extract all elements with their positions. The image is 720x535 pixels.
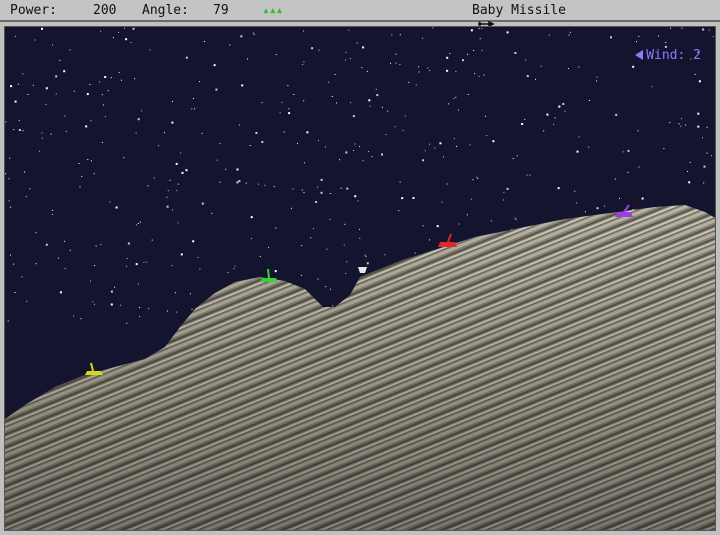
weapon-name[interactable]: Baby Missile bbox=[472, 3, 566, 18]
wind-indicator: Wind: 2 bbox=[604, 33, 701, 78]
wind-value: 2 bbox=[693, 48, 701, 63]
active-player-indicator: ▴▴▴ bbox=[262, 3, 284, 18]
wind-arrow-left-icon bbox=[635, 50, 644, 60]
power-value: 200 bbox=[93, 3, 117, 18]
battlefield-scene bbox=[5, 27, 715, 530]
power-label: Power: bbox=[10, 3, 57, 18]
status-bar: Power: 200 Angle: 79 ▴▴▴ Baby Missile bbox=[0, 0, 720, 28]
angle-label: Angle: bbox=[142, 3, 189, 18]
battlefield[interactable]: Wind: 2 bbox=[4, 26, 716, 531]
wind-label: Wind: bbox=[646, 48, 686, 63]
angle-value: 79 bbox=[213, 3, 229, 18]
